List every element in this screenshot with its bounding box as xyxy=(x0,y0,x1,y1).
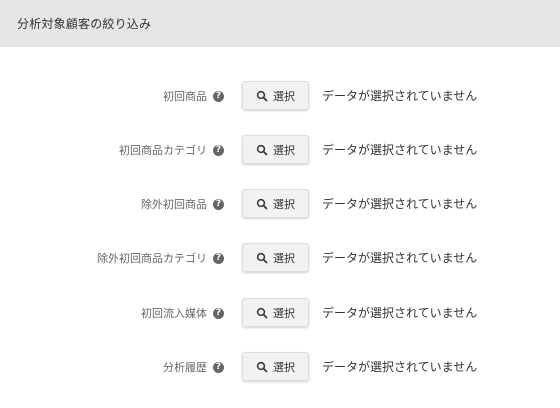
search-icon xyxy=(256,252,268,263)
select-button[interactable]: 選択 xyxy=(242,81,309,110)
select-button-label: 選択 xyxy=(273,197,295,211)
select-button-label: 選択 xyxy=(273,306,295,320)
help-icon[interactable]: ? xyxy=(213,307,224,319)
help-icon[interactable]: ? xyxy=(213,198,224,210)
select-button[interactable]: 選択 xyxy=(242,352,309,381)
select-button-label: 選択 xyxy=(273,360,295,374)
selection-status: データが選択されていません xyxy=(322,88,478,103)
filter-label: 除外初回商品カテゴリ xyxy=(97,252,207,265)
help-icon[interactable]: ? xyxy=(213,361,224,373)
panel-title: 分析対象顧客の絞り込み xyxy=(17,17,152,31)
select-button[interactable]: 選択 xyxy=(242,135,309,164)
search-icon xyxy=(256,144,268,155)
help-icon[interactable]: ? xyxy=(213,252,224,264)
filter-label: 初回流入媒体 xyxy=(141,307,207,320)
select-button[interactable]: 選択 xyxy=(242,243,309,272)
filter-row-first-inflow-media: 初回流入媒体 ? 選択 データが選択されていません xyxy=(0,298,560,328)
select-button-label: 選択 xyxy=(273,143,295,157)
select-button[interactable]: 選択 xyxy=(242,189,309,218)
selection-status: データが選択されていません xyxy=(322,196,478,211)
filter-label: 初回商品 xyxy=(163,90,207,103)
filter-row-excluded-first-product: 除外初回商品 ? 選択 データが選択されていません xyxy=(0,189,560,219)
selection-status: データが選択されていません xyxy=(322,142,478,157)
search-icon xyxy=(256,361,268,372)
filter-panel-header: 分析対象顧客の絞り込み xyxy=(0,0,560,47)
filter-row-first-product: 初回商品 ? 選択 データが選択されていません xyxy=(0,81,560,111)
search-icon xyxy=(256,198,268,209)
filter-row-analysis-history: 分析履歴 ? 選択 データが選択されていません xyxy=(0,352,560,382)
help-icon[interactable]: ? xyxy=(213,90,224,102)
selection-status: データが選択されていません xyxy=(322,305,478,320)
filter-label: 除外初回商品 xyxy=(141,198,207,211)
select-button-label: 選択 xyxy=(273,89,295,103)
selection-status: データが選択されていません xyxy=(322,250,478,265)
search-icon xyxy=(256,90,268,101)
help-icon[interactable]: ? xyxy=(213,144,224,156)
selection-status: データが選択されていません xyxy=(322,359,478,374)
filter-row-first-product-category: 初回商品カテゴリ ? 選択 データが選択されていません xyxy=(0,135,560,165)
select-button-label: 選択 xyxy=(273,251,295,265)
filter-label: 初回商品カテゴリ xyxy=(119,144,207,157)
search-icon xyxy=(256,307,268,318)
select-button[interactable]: 選択 xyxy=(242,298,309,327)
filter-label: 分析履歴 xyxy=(163,361,207,374)
filter-row-excluded-first-product-category: 除外初回商品カテゴリ ? 選択 データが選択されていません xyxy=(0,243,560,273)
